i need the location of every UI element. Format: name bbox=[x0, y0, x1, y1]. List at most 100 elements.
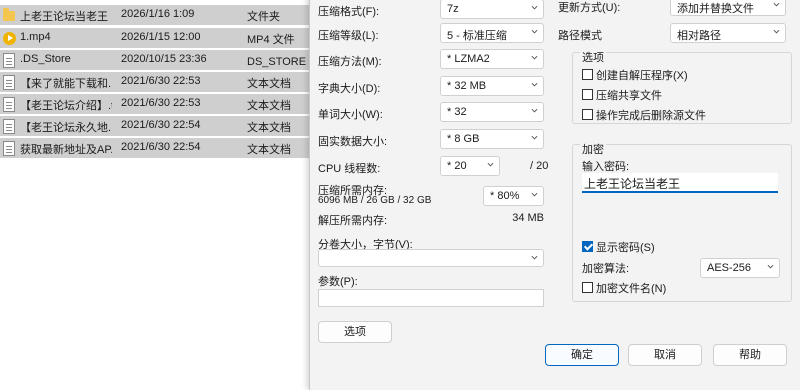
enc-method-label: 加密算法: bbox=[582, 263, 630, 275]
file-type: 文本文档 bbox=[247, 78, 291, 90]
chevron-down-icon bbox=[531, 4, 538, 10]
memory-detail: 6096 MB / 26 GB / 32 GB bbox=[318, 195, 432, 206]
ok-button[interactable]: 确定 bbox=[545, 344, 619, 366]
text-file-icon bbox=[3, 141, 15, 156]
file-type: 文本文档 bbox=[247, 122, 291, 134]
format-label: 压缩格式(F): bbox=[318, 6, 380, 18]
video-icon bbox=[3, 32, 16, 45]
format-select[interactable]: 7z bbox=[440, 0, 544, 19]
shared-files-label: 压缩共享文件 bbox=[596, 90, 662, 102]
file-date: 2021/6/30 22:53 bbox=[121, 75, 201, 87]
word-size-label: 单词大小(W): bbox=[318, 109, 383, 121]
chevron-down-icon bbox=[531, 54, 538, 60]
encryption-group-title: 加密 bbox=[580, 141, 606, 157]
sfx-checkbox[interactable] bbox=[582, 69, 593, 80]
file-name: 【老王论坛永久地... bbox=[20, 122, 112, 134]
file-type: MP4 文件 bbox=[247, 34, 295, 46]
file-row[interactable]: 获取最新地址及AP... 2021/6/30 22:54 文本文档 bbox=[0, 138, 310, 158]
path-mode-value: 相对路径 bbox=[677, 30, 721, 42]
password-input[interactable]: 上老王论坛当老王 bbox=[582, 173, 778, 193]
file-date: 2020/10/15 23:36 bbox=[121, 53, 207, 65]
threads-max: / 20 bbox=[530, 160, 549, 172]
password-value: 上老王论坛当老王 bbox=[584, 177, 681, 191]
word-size-value: * 32 bbox=[447, 106, 467, 118]
options-button[interactable]: 选项 bbox=[318, 321, 392, 343]
chevron-down-icon bbox=[531, 28, 538, 34]
decompress-memory-label: 解压所需内存: bbox=[318, 215, 388, 227]
compression-dialog: 压缩格式(F): 7z 压缩等级(L): 5 - 标准压缩 压缩方法(M): *… bbox=[309, 0, 800, 390]
params-label: 参数(P): bbox=[318, 276, 358, 288]
file-row[interactable]: 【来了就能下载和... 2021/6/30 22:53 文本文档 bbox=[0, 72, 310, 92]
update-mode-select[interactable]: 添加并替换文件 bbox=[670, 0, 786, 16]
delete-after-checkbox[interactable] bbox=[582, 109, 593, 120]
chevron-down-icon bbox=[531, 134, 538, 140]
file-date: 2026/1/15 12:00 bbox=[121, 31, 201, 43]
text-file-icon bbox=[3, 75, 15, 90]
file-row[interactable]: .DS_Store 2020/10/15 23:36 DS_STORE 文件 bbox=[0, 50, 310, 70]
file-row[interactable]: 上老王论坛当老王 2026/1/16 1:09 文件夹 bbox=[0, 5, 310, 25]
encrypt-names-checkbox[interactable] bbox=[582, 282, 593, 293]
file-date: 2026/1/16 1:09 bbox=[121, 8, 195, 20]
solid-block-value: * 8 GB bbox=[447, 133, 480, 145]
text-file-icon bbox=[3, 97, 15, 112]
enc-method-select[interactable]: AES-256 bbox=[700, 258, 780, 278]
chevron-down-icon bbox=[531, 191, 538, 197]
chevron-down-icon bbox=[773, 1, 780, 7]
params-input[interactable] bbox=[318, 289, 544, 307]
delete-after-label: 操作完成后删除源文件 bbox=[596, 110, 706, 122]
chevron-down-icon bbox=[773, 28, 780, 34]
encrypt-names-label: 加密文件名(N) bbox=[596, 283, 667, 295]
help-button[interactable]: 帮助 bbox=[713, 344, 787, 366]
solid-block-label: 固实数据大小: bbox=[318, 136, 388, 148]
file-name: .DS_Store bbox=[20, 53, 71, 65]
file-name: 1.mp4 bbox=[20, 31, 51, 43]
file-row[interactable]: 1.mp4 2026/1/15 12:00 MP4 文件 bbox=[0, 28, 310, 48]
file-icon bbox=[3, 53, 15, 68]
word-size-select[interactable]: * 32 bbox=[440, 102, 544, 122]
dictionary-label: 字典大小(D): bbox=[318, 83, 381, 95]
chevron-down-icon bbox=[531, 81, 538, 87]
split-size-combobox[interactable] bbox=[318, 249, 544, 267]
threads-select[interactable]: * 20 bbox=[440, 156, 500, 176]
path-mode-select[interactable]: 相对路径 bbox=[670, 23, 786, 43]
chevron-down-icon bbox=[487, 161, 494, 167]
file-name: 上老王论坛当老王 bbox=[20, 11, 108, 23]
shared-files-checkbox[interactable] bbox=[582, 89, 593, 100]
method-value: * LZMA2 bbox=[447, 53, 490, 65]
file-row[interactable]: 【老王论坛介绍】.txt 2021/6/30 22:53 文本文档 bbox=[0, 94, 310, 114]
file-type: 文本文档 bbox=[247, 100, 291, 112]
method-label: 压缩方法(M): bbox=[318, 56, 382, 68]
cancel-button[interactable]: 取消 bbox=[628, 344, 702, 366]
file-type: DS_STORE 文件 bbox=[247, 56, 309, 68]
level-value: 5 - 标准压缩 bbox=[447, 30, 507, 42]
update-mode-value: 添加并替换文件 bbox=[677, 3, 754, 15]
text-file-icon bbox=[3, 119, 15, 134]
memory-percent-value: * 80% bbox=[490, 190, 520, 202]
sfx-label: 创建自解压程序(X) bbox=[596, 70, 688, 82]
folder-icon bbox=[3, 8, 15, 21]
show-password-label: 显示密码(S) bbox=[596, 242, 655, 254]
threads-value: * 20 bbox=[447, 160, 467, 172]
solid-block-select[interactable]: * 8 GB bbox=[440, 129, 544, 149]
format-value: 7z bbox=[447, 3, 459, 15]
file-date: 2021/6/30 22:53 bbox=[121, 97, 201, 109]
file-row[interactable]: 【老王论坛永久地... 2021/6/30 22:54 文本文档 bbox=[0, 116, 310, 136]
file-date: 2021/6/30 22:54 bbox=[121, 141, 201, 153]
update-mode-label: 更新方式(U): bbox=[558, 2, 621, 14]
password-label: 输入密码: bbox=[582, 161, 630, 173]
method-select[interactable]: * LZMA2 bbox=[440, 49, 544, 69]
level-label: 压缩等级(L): bbox=[318, 30, 379, 42]
file-name: 【来了就能下载和... bbox=[20, 78, 112, 90]
file-type: 文件夹 bbox=[247, 11, 280, 23]
options-group-title: 选项 bbox=[580, 49, 606, 65]
level-select[interactable]: 5 - 标准压缩 bbox=[440, 23, 544, 43]
chevron-down-icon bbox=[767, 263, 774, 269]
dictionary-select[interactable]: * 32 MB bbox=[440, 76, 544, 96]
file-date: 2021/6/30 22:54 bbox=[121, 119, 201, 131]
decompress-memory-value: 34 MB bbox=[512, 212, 544, 224]
show-password-checkbox[interactable] bbox=[582, 241, 593, 252]
path-mode-label: 路径模式 bbox=[558, 30, 602, 42]
memory-percent-select[interactable]: * 80% bbox=[483, 186, 544, 206]
file-name: 获取最新地址及AP... bbox=[20, 144, 112, 156]
chevron-down-icon bbox=[531, 254, 538, 260]
